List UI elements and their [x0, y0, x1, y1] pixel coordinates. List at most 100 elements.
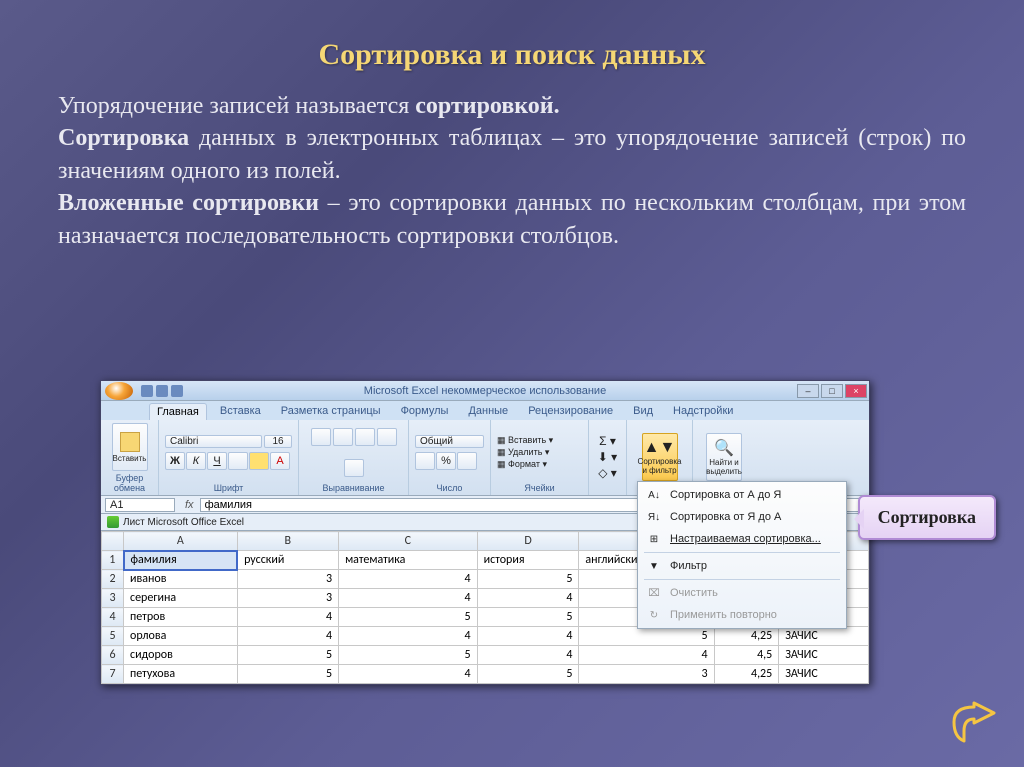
tab-page-layout[interactable]: Разметка страницы [274, 403, 388, 420]
cell[interactable]: 4,25 [714, 627, 779, 646]
menu-filter[interactable]: ▼ Фильтр [640, 555, 844, 577]
menu-sort-za[interactable]: Я↓ Сортировка от Я до А [640, 506, 844, 528]
font-color-button[interactable]: A [270, 452, 290, 470]
sum-button[interactable]: Σ ▾ [599, 434, 616, 448]
cell[interactable]: 4 [339, 589, 478, 608]
cell[interactable]: русский [237, 551, 338, 570]
row-header[interactable]: 2 [102, 570, 124, 589]
merge-button[interactable] [344, 459, 364, 477]
menu-sort-az[interactable]: A↓ Сортировка от А до Я [640, 484, 844, 506]
find-select-button[interactable]: 🔍 Найти и выделить [706, 433, 742, 481]
font-name-dropdown[interactable]: Calibri [165, 435, 262, 448]
align-right-button[interactable] [355, 428, 375, 446]
cell[interactable]: 5 [339, 608, 478, 627]
cell[interactable]: 3 [237, 570, 338, 589]
table-row: 5орлова44454,25ЗАЧИС [102, 627, 869, 646]
font-size-dropdown[interactable]: 16 [264, 435, 292, 448]
cell[interactable]: сидоров [124, 646, 238, 665]
fx-icon[interactable]: fx [179, 499, 200, 511]
close-button[interactable]: × [845, 384, 867, 398]
cell[interactable]: 4 [237, 627, 338, 646]
clear-button[interactable]: ◇ ▾ [598, 466, 617, 480]
percent-button[interactable]: % [436, 452, 456, 470]
row-header[interactable]: 6 [102, 646, 124, 665]
cell[interactable]: 4 [579, 646, 714, 665]
bold-button[interactable]: Ж [165, 452, 185, 470]
cell[interactable]: математика [339, 551, 478, 570]
cell[interactable]: 5 [237, 665, 338, 684]
cell[interactable]: серегина [124, 589, 238, 608]
paragraph-2: Сортировка данных в электронных таблицах… [58, 122, 966, 187]
col-header[interactable]: A [124, 532, 238, 551]
tab-home[interactable]: Главная [149, 403, 207, 420]
cell[interactable]: петров [124, 608, 238, 627]
underline-button[interactable]: Ч [207, 452, 227, 470]
row-header[interactable]: 3 [102, 589, 124, 608]
cell[interactable]: история [477, 551, 579, 570]
cell[interactable]: 3 [579, 665, 714, 684]
cell[interactable]: 4 [339, 665, 478, 684]
cell[interactable]: 5 [579, 627, 714, 646]
tab-formulas[interactable]: Формулы [394, 403, 456, 420]
cell[interactable]: 4,5 [714, 646, 779, 665]
row-header[interactable]: 4 [102, 608, 124, 627]
cell[interactable]: орлова [124, 627, 238, 646]
cell[interactable]: фамилия [124, 551, 238, 570]
cell[interactable]: 4 [339, 570, 478, 589]
tab-addins[interactable]: Надстройки [666, 403, 740, 420]
row-header[interactable]: 7 [102, 665, 124, 684]
border-button[interactable] [228, 452, 248, 470]
fill-button[interactable]: ⬇ ▾ [598, 450, 617, 464]
cell[interactable]: ЗАЧИС [779, 665, 869, 684]
cells-format-button[interactable]: ▦ Формат ▾ [497, 459, 547, 470]
cell[interactable]: 3 [237, 589, 338, 608]
back-arrow-button[interactable] [950, 701, 996, 743]
tab-view[interactable]: Вид [626, 403, 660, 420]
tab-data[interactable]: Данные [461, 403, 515, 420]
cell[interactable]: петухова [124, 665, 238, 684]
fill-color-button[interactable] [249, 452, 269, 470]
name-box[interactable]: A1 [105, 498, 175, 512]
row-header[interactable]: 1 [102, 551, 124, 570]
cell[interactable]: 4 [477, 627, 579, 646]
cell[interactable]: 4 [477, 589, 579, 608]
cells-insert-button[interactable]: ▦ Вставить ▾ [497, 435, 553, 446]
callout-sortirovka: Сортировка [858, 495, 996, 540]
cell[interactable]: 4 [339, 627, 478, 646]
number-format-dropdown[interactable]: Общий [415, 435, 484, 448]
currency-button[interactable] [415, 452, 435, 470]
col-header[interactable]: B [237, 532, 338, 551]
clipboard-icon [120, 432, 140, 452]
cell[interactable]: 4,25 [714, 665, 779, 684]
wrap-text-button[interactable] [377, 428, 397, 446]
sort-za-icon: Я↓ [646, 509, 662, 525]
sort-filter-button[interactable]: ▲▼ Сортировка и фильтр [642, 433, 678, 481]
select-all-corner[interactable] [102, 532, 124, 551]
align-center-button[interactable] [333, 428, 353, 446]
ribbon-tabs: Главная Вставка Разметка страницы Формул… [101, 401, 869, 420]
excel-file-icon [107, 516, 119, 528]
cell[interactable]: 5 [477, 665, 579, 684]
col-header[interactable]: D [477, 532, 579, 551]
cell[interactable]: 4 [237, 608, 338, 627]
cell[interactable]: ЗАЧИС [779, 646, 869, 665]
comma-button[interactable] [457, 452, 477, 470]
paste-button[interactable]: Вставить [112, 423, 148, 471]
tab-insert[interactable]: Вставка [213, 403, 268, 420]
italic-button[interactable]: К [186, 452, 206, 470]
cell[interactable]: 5 [237, 646, 338, 665]
cell[interactable]: иванов [124, 570, 238, 589]
cell[interactable]: ЗАЧИС [779, 627, 869, 646]
cell[interactable]: 5 [477, 608, 579, 627]
cells-delete-button[interactable]: ▦ Удалить ▾ [497, 447, 549, 458]
menu-custom-sort[interactable]: ⊞ Настраиваемая сортировка... [640, 528, 844, 550]
maximize-button[interactable]: □ [821, 384, 843, 398]
align-left-button[interactable] [311, 428, 331, 446]
minimize-button[interactable]: – [797, 384, 819, 398]
cell[interactable]: 5 [477, 570, 579, 589]
col-header[interactable]: C [339, 532, 478, 551]
cell[interactable]: 4 [477, 646, 579, 665]
cell[interactable]: 5 [339, 646, 478, 665]
tab-review[interactable]: Рецензирование [521, 403, 620, 420]
row-header[interactable]: 5 [102, 627, 124, 646]
